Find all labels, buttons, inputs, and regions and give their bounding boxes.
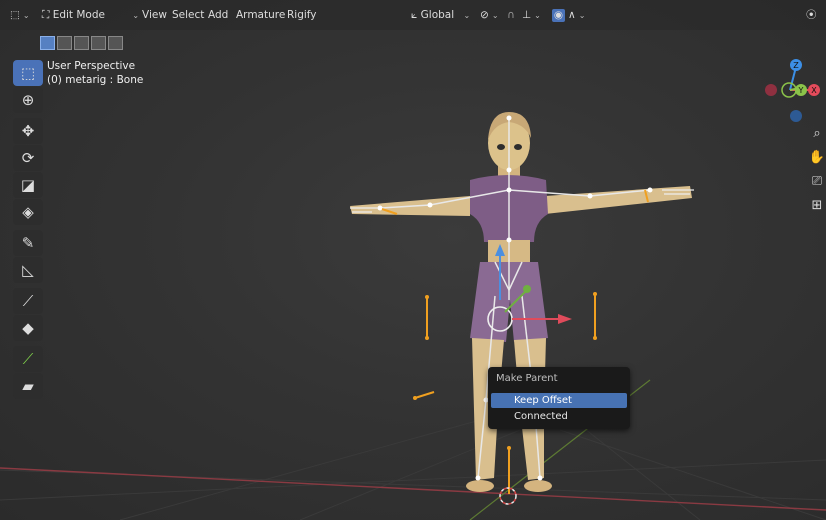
tool-transform[interactable]: ◈ (13, 199, 43, 225)
editor-type-button[interactable]: ⬚ ⌄ (10, 7, 30, 23)
chevron-down-icon: ⌄ (22, 11, 30, 20)
menu-select[interactable]: Select (172, 7, 204, 23)
navigation-gizmo[interactable]: Z Y X (760, 50, 826, 190)
shear-icon: ▰ (22, 377, 34, 395)
pan-icon: ✋ (808, 150, 826, 165)
snap-toggle[interactable]: ∩ (507, 7, 515, 23)
menu-item-label: Keep Offset (514, 395, 572, 406)
character-mesh (350, 112, 692, 492)
tool-annotate[interactable]: ✎ (13, 230, 43, 256)
gizmo-y-label: Y (798, 86, 804, 95)
menu-item-label: Connected (514, 411, 568, 422)
proportional-edit-toggle[interactable]: ◉ (552, 9, 565, 22)
chevron-down-icon: ⌄ (463, 11, 471, 20)
falloff-icon: ∧ (568, 9, 576, 21)
chevron-down-icon: ⌄ (132, 11, 140, 20)
snap-target-selector[interactable]: ⊥ ⌄ (522, 7, 541, 23)
menu-item-connected[interactable]: Connected (491, 409, 627, 424)
pan-button[interactable]: ✋ (808, 150, 826, 168)
tool-measure[interactable]: ◺ (13, 257, 43, 283)
rotate-icon: ⟳ (21, 149, 35, 167)
zoom-button[interactable]: ⌕ (808, 126, 826, 144)
snap-increment-icon: ⊥ (522, 9, 532, 21)
menu-rigify[interactable]: Rigify (287, 7, 317, 23)
make-parent-menu: Make Parent Keep Offset Connected (488, 367, 630, 429)
extrude-icon: ⟋ (22, 350, 34, 368)
gizmo-z-label: Z (793, 61, 799, 70)
menu-view[interactable]: View (142, 7, 167, 23)
zoom-icon: ⌕ (813, 126, 821, 141)
select-invert-icon[interactable] (91, 36, 106, 50)
cursor-icon: ⊕ (21, 91, 35, 109)
chevron-down-icon: ⌄ (578, 11, 586, 20)
proportional-icon: ◉ (553, 9, 564, 21)
select-box-icon: ⬚ (20, 64, 36, 82)
bone-size-icon: ◆ (22, 319, 34, 337)
pivot-selector[interactable]: ⊘ ⌄ (480, 7, 499, 23)
grid-icon: ⊞ (811, 198, 823, 213)
tool-move[interactable]: ✥ (13, 118, 43, 144)
select-subtract-icon[interactable] (74, 36, 89, 50)
transform-icon: ◈ (22, 203, 34, 221)
tool-rotate[interactable]: ⟳ (13, 145, 43, 171)
view3d-icon: ⬚ (10, 9, 20, 21)
floor-grid (0, 419, 826, 520)
move-icon: ✥ (21, 122, 35, 140)
chevron-down-icon: ⌄ (534, 11, 541, 20)
3d-viewport[interactable]: ⬚ ⌄ ⛶ Edit Mode ⌄ View Select Add Armatur… (0, 0, 826, 520)
gizmo-x-label: X (811, 86, 817, 95)
object-info-label: (0) metarig : Bone (47, 74, 144, 86)
scale-icon: ◪ (20, 176, 36, 194)
menu-armature[interactable]: Armature (236, 7, 285, 23)
orientation-icon: ⟀ (411, 9, 418, 21)
pivot-icon: ⊘ (480, 9, 489, 21)
visibility-button[interactable]: ⦿ (806, 7, 817, 23)
select-new-icon[interactable] (40, 36, 55, 50)
tool-select-box[interactable]: ⬚ (13, 60, 43, 86)
grid-button[interactable]: ⊞ (808, 198, 826, 216)
tool-bone-size[interactable]: ◆ (13, 315, 43, 341)
magnet-icon: ∩ (507, 9, 515, 21)
roll-icon: ⟋ (22, 292, 34, 310)
orientation-label: Global (420, 9, 455, 21)
edit-mode-icon: ⛶ (42, 9, 50, 21)
select-intersect-icon[interactable] (108, 36, 123, 50)
mode-selector[interactable]: ⛶ Edit Mode ⌄ (42, 7, 139, 23)
tool-roll[interactable]: ⟋ (13, 288, 43, 314)
eye-icon: ⦿ (806, 9, 817, 21)
viewport-header: ⬚ ⌄ ⛶ Edit Mode ⌄ View Select Add Armatur… (0, 0, 826, 30)
tool-cursor[interactable]: ⊕ (13, 87, 43, 113)
annotate-icon: ✎ (21, 234, 35, 252)
measure-icon: ◺ (22, 261, 34, 279)
select-extend-icon[interactable] (57, 36, 72, 50)
mode-label: Edit Mode (52, 9, 105, 21)
tool-extrude[interactable]: ⟋ (13, 346, 43, 372)
orientation-selector[interactable]: ⟀ Global ⌄ (411, 7, 470, 23)
camera-icon: ⎚ (811, 174, 823, 189)
chevron-down-icon: ⌄ (491, 11, 499, 20)
menu-item-keep-offset[interactable]: Keep Offset (491, 393, 627, 408)
tool-scale[interactable]: ◪ (13, 172, 43, 198)
popup-title: Make Parent (496, 373, 558, 384)
falloff-selector[interactable]: ∧ ⌄ (568, 7, 585, 23)
tool-shear[interactable]: ▰ (13, 373, 43, 399)
menu-add[interactable]: Add (208, 7, 228, 23)
camera-button[interactable]: ⎚ (808, 174, 826, 192)
perspective-label: User Perspective (47, 60, 136, 72)
select-mode-buttons (40, 36, 123, 50)
